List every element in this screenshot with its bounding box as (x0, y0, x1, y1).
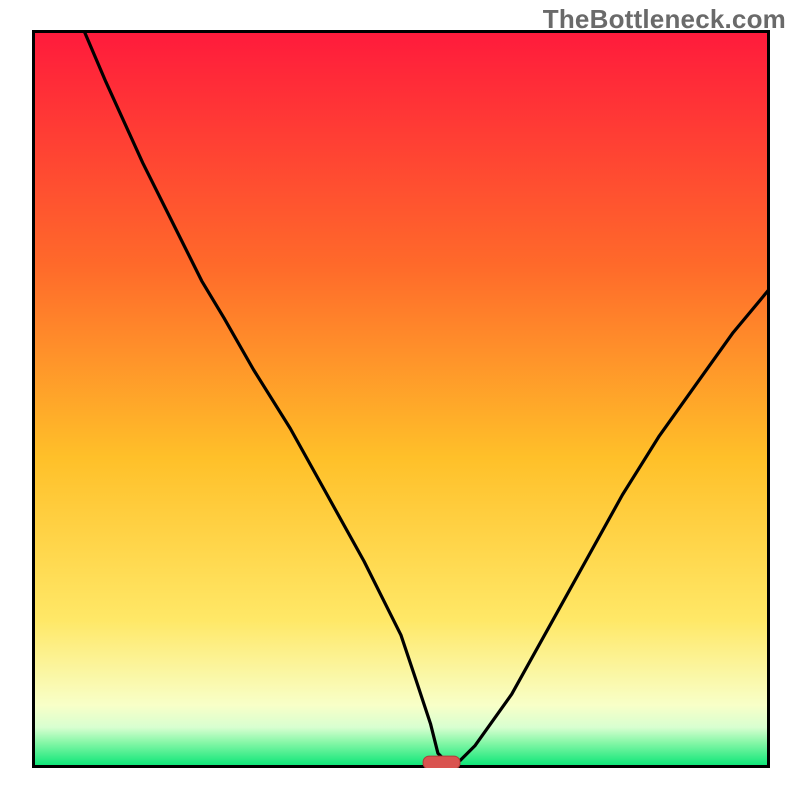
chart-frame: TheBottleneck.com (0, 0, 800, 800)
gradient-background (32, 30, 770, 768)
watermark-text: TheBottleneck.com (543, 4, 786, 35)
chart-svg (32, 30, 770, 768)
plot-area (32, 30, 770, 768)
optimal-marker (423, 756, 460, 768)
